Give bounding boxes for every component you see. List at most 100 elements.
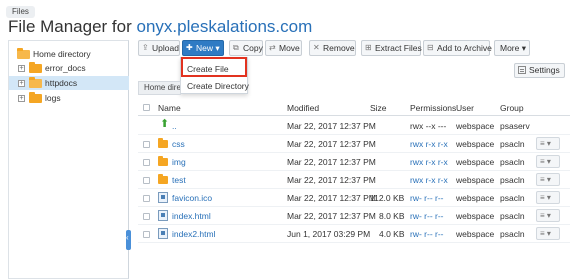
create-file-highlight bbox=[181, 57, 247, 77]
column-size[interactable]: Size bbox=[370, 103, 387, 113]
file-user: webspace bbox=[456, 175, 495, 185]
tree-item-home[interactable]: Home directory bbox=[9, 47, 129, 61]
row-checkbox[interactable] bbox=[143, 141, 150, 148]
tree-item-label: httpdocs bbox=[45, 78, 78, 88]
file-modified: Mar 22, 2017 12:37 PM bbox=[287, 211, 376, 221]
column-permissions[interactable]: Permissions bbox=[410, 103, 456, 113]
file-group: psaserv bbox=[500, 121, 530, 131]
file-group: psacln bbox=[500, 139, 525, 149]
upload-label: Upload bbox=[152, 43, 179, 53]
row-checkbox[interactable] bbox=[143, 177, 150, 184]
file-permissions[interactable]: rw- r-- r-- bbox=[410, 211, 444, 221]
file-permissions[interactable]: rwx r-x r-x bbox=[410, 139, 448, 149]
select-all-checkbox[interactable] bbox=[143, 104, 150, 111]
expand-icon[interactable]: + bbox=[18, 65, 25, 72]
row-checkbox[interactable] bbox=[143, 159, 150, 166]
file-size: 4.0 KB bbox=[379, 229, 405, 239]
new-label: New bbox=[196, 43, 214, 53]
tree-item-error-docs[interactable]: + error_docs bbox=[9, 61, 129, 75]
tree-item-label: Home directory bbox=[33, 49, 91, 59]
move-label: Move bbox=[279, 43, 300, 53]
new-icon: ✚ bbox=[186, 43, 193, 52]
folder-icon bbox=[29, 92, 42, 103]
file-name[interactable]: index.html bbox=[172, 211, 211, 221]
copy-button[interactable]: ⧉ Copy bbox=[229, 40, 263, 56]
file-name[interactable]: css bbox=[172, 139, 185, 149]
row-checkbox[interactable] bbox=[143, 231, 150, 238]
path-breadcrumb[interactable]: Home directory bbox=[138, 81, 181, 95]
file-group: psacln bbox=[500, 211, 525, 221]
expand-icon[interactable]: + bbox=[18, 95, 25, 102]
copy-label: Copy bbox=[243, 43, 263, 53]
file-permissions[interactable]: rw- r-- r-- bbox=[410, 229, 444, 239]
file-permissions[interactable]: rw- r-- r-- bbox=[410, 193, 444, 203]
tree-item-logs[interactable]: + logs bbox=[9, 91, 129, 105]
file-group: psacln bbox=[500, 229, 525, 239]
file-user: webspace bbox=[456, 121, 495, 131]
table-header: Name Modified Size Permissions User Grou… bbox=[138, 100, 570, 116]
settings-button[interactable]: Settings bbox=[514, 63, 565, 78]
settings-label: Settings bbox=[529, 65, 560, 75]
column-name[interactable]: Name bbox=[158, 103, 181, 113]
chevron-down-icon: ▾ bbox=[215, 43, 220, 53]
table-row: test Mar 22, 2017 12:37 PM rwx r-x r-x w… bbox=[138, 171, 570, 189]
file-name[interactable]: index2.html bbox=[172, 229, 215, 239]
toolbar: ⇪ Upload ✚ New ▾ ⧉ Copy ⇄ Move ✕ Remove ⊞ Extr… bbox=[138, 40, 570, 56]
move-button[interactable]: ⇄ Move bbox=[265, 40, 302, 56]
page-title: File Manager for onyx.pleskalations.com bbox=[8, 17, 312, 37]
file-permissions[interactable]: rwx r-x r-x bbox=[410, 175, 448, 185]
table-row: ⬆ .. Mar 22, 2017 12:37 PM rwx --x --- w… bbox=[138, 117, 570, 135]
upload-button[interactable]: ⇪ Upload bbox=[138, 40, 180, 56]
file-user: webspace bbox=[456, 229, 495, 239]
move-icon: ⇄ bbox=[269, 43, 276, 52]
file-group: psacln bbox=[500, 175, 525, 185]
extract-label: Extract Files bbox=[375, 43, 422, 53]
file-modified: Mar 22, 2017 12:37 PM bbox=[287, 193, 376, 203]
folder-icon bbox=[29, 62, 42, 73]
file-permissions[interactable]: rwx r-x r-x bbox=[410, 157, 448, 167]
folder-icon bbox=[158, 174, 168, 184]
column-group[interactable]: Group bbox=[500, 103, 524, 113]
file-name[interactable]: .. bbox=[172, 121, 177, 131]
archive-icon: ⊟ bbox=[427, 43, 434, 52]
folder-icon bbox=[158, 156, 168, 166]
settings-icon bbox=[518, 66, 526, 74]
file-name[interactable]: favicon.ico bbox=[172, 193, 212, 203]
row-menu-button[interactable]: ≡ ▾ bbox=[536, 155, 560, 168]
file-user: webspace bbox=[456, 193, 495, 203]
file-name[interactable]: test bbox=[172, 175, 186, 185]
row-menu-button[interactable]: ≡ ▾ bbox=[536, 227, 560, 240]
row-checkbox[interactable] bbox=[143, 195, 150, 202]
row-menu-button[interactable]: ≡ ▾ bbox=[536, 209, 560, 222]
new-button[interactable]: ✚ New ▾ bbox=[182, 40, 224, 56]
extract-icon: ⊞ bbox=[365, 43, 372, 52]
add-to-archive-button[interactable]: ⊟ Add to Archive bbox=[423, 40, 492, 56]
more-button[interactable]: More ▾ bbox=[494, 40, 530, 56]
row-menu-button[interactable]: ≡ ▾ bbox=[536, 137, 560, 150]
archive-label: Add to Archive bbox=[437, 43, 492, 53]
file-size: 8.0 KB bbox=[379, 211, 405, 221]
column-modified[interactable]: Modified bbox=[287, 103, 319, 113]
extract-files-button[interactable]: ⊞ Extract Files bbox=[361, 40, 422, 56]
file-icon bbox=[158, 228, 168, 239]
file-user: webspace bbox=[456, 157, 495, 167]
file-group: psacln bbox=[500, 157, 525, 167]
file-modified: Jun 1, 2017 03:29 PM bbox=[287, 229, 371, 239]
file-modified: Mar 22, 2017 12:37 PM bbox=[287, 175, 376, 185]
table-row: index.html Mar 22, 2017 12:37 PM 8.0 KB … bbox=[138, 207, 570, 225]
expand-icon[interactable]: + bbox=[18, 80, 25, 87]
title-host: onyx.pleskalations.com bbox=[136, 17, 313, 36]
file-permissions: rwx --x --- bbox=[410, 121, 447, 131]
file-name[interactable]: img bbox=[172, 157, 186, 167]
row-menu-button[interactable]: ≡ ▾ bbox=[536, 191, 560, 204]
tree-item-httpdocs[interactable]: + httpdocs bbox=[9, 76, 129, 90]
file-modified: Mar 22, 2017 12:37 PM bbox=[287, 121, 376, 131]
row-menu-button[interactable]: ≡ ▾ bbox=[536, 173, 560, 186]
row-checkbox[interactable] bbox=[143, 213, 150, 220]
table-row: index2.html Jun 1, 2017 03:29 PM 4.0 KB … bbox=[138, 225, 570, 243]
remove-button[interactable]: ✕ Remove bbox=[309, 40, 356, 56]
column-user[interactable]: User bbox=[456, 103, 474, 113]
remove-icon: ✕ bbox=[313, 43, 320, 52]
create-directory-item[interactable]: Create Directory bbox=[187, 81, 249, 91]
sidebar-collapse-handle[interactable] bbox=[126, 230, 131, 250]
